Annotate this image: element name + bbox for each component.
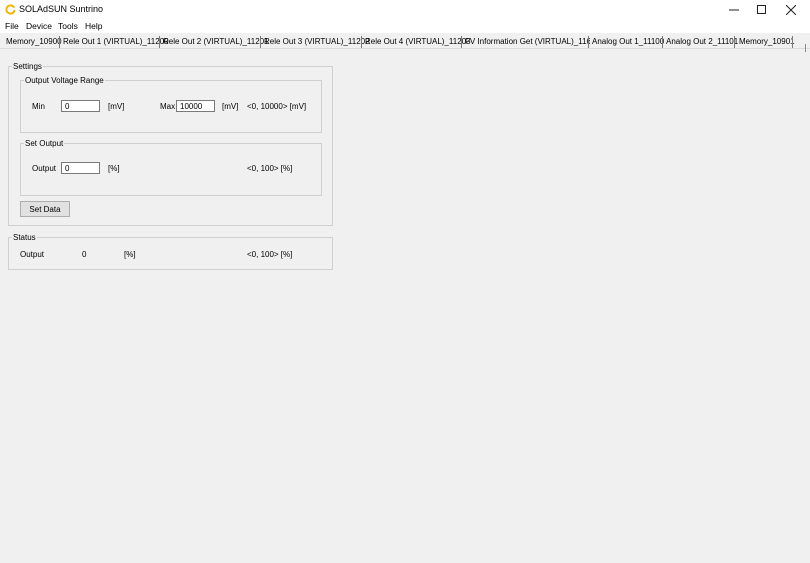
app-logo-icon bbox=[5, 4, 16, 15]
tab-separator bbox=[260, 36, 261, 48]
tab-memory-10901[interactable]: Memory_10901 bbox=[737, 37, 797, 47]
output-unit-label: [%] bbox=[108, 164, 120, 173]
status-output-unit: [%] bbox=[124, 250, 136, 259]
tab-separator bbox=[734, 36, 735, 48]
close-icon-placeholder bbox=[718, 0, 746, 19]
close-icon[interactable] bbox=[775, 0, 807, 19]
max-voltage-input[interactable] bbox=[176, 100, 215, 112]
menu-tools[interactable]: Tools bbox=[58, 21, 78, 31]
tab-analog-out-1[interactable]: Analog Out 1_11100 bbox=[590, 37, 667, 47]
tab-separator bbox=[792, 36, 793, 48]
panel-edge bbox=[805, 44, 806, 52]
tab-rele-out-3[interactable]: Rele Out 3 (VIRTUAL)_11202 bbox=[262, 37, 372, 47]
tab-memory-10900[interactable]: Memory_10900 bbox=[4, 37, 64, 47]
settings-title: Settings bbox=[12, 62, 43, 71]
menu-file[interactable]: File bbox=[5, 21, 19, 31]
min-voltage-input[interactable] bbox=[61, 100, 100, 112]
voltage-range-title: Output Voltage Range bbox=[24, 76, 105, 85]
tab-separator bbox=[662, 36, 663, 48]
tab-separator bbox=[588, 36, 589, 48]
min-unit-label: [mV] bbox=[108, 102, 125, 111]
window-title: SOLAdSUN Suntrino bbox=[19, 4, 104, 14]
tab-analog-out-2[interactable]: Analog Out 2_11101 bbox=[664, 37, 740, 47]
menu-device[interactable]: Device bbox=[26, 21, 52, 31]
tab-rele-out-2[interactable]: Rele Out 2 (VIRTUAL)_11201 bbox=[161, 37, 271, 47]
status-output-label: Output bbox=[20, 250, 45, 259]
menu-bar bbox=[0, 19, 810, 33]
output-label: Output bbox=[32, 164, 57, 173]
tab-fv-information-get[interactable]: FV Information Get (VIRTUAL)_11600 bbox=[463, 37, 602, 47]
tab-separator bbox=[159, 36, 160, 48]
output-percent-input[interactable] bbox=[61, 162, 100, 174]
status-title: Status bbox=[12, 233, 37, 242]
tab-separator bbox=[461, 36, 462, 48]
tab-rele-out-4[interactable]: Rele Out 4 (VIRTUAL)_11203 bbox=[363, 37, 473, 47]
maximize-icon[interactable] bbox=[746, 0, 778, 19]
status-range-hint: <0, 100> [%] bbox=[247, 250, 293, 259]
output-range-hint: <0, 100> [%] bbox=[247, 164, 293, 173]
max-unit-label: [mV] bbox=[222, 102, 239, 111]
min-label: Min bbox=[32, 102, 45, 111]
tab-separator bbox=[59, 36, 60, 48]
voltage-range-hint: <0, 10000> [mV] bbox=[247, 102, 307, 111]
status-output-value: 0 bbox=[82, 250, 87, 259]
set-data-button[interactable]: Set Data bbox=[20, 201, 70, 217]
tab-separator bbox=[361, 36, 362, 48]
title-bar bbox=[0, 0, 810, 19]
tab-bottom-line bbox=[0, 48, 810, 49]
menu-help[interactable]: Help bbox=[85, 21, 102, 31]
max-label: Max bbox=[160, 102, 176, 111]
tab-rele-out-1[interactable]: Rele Out 1 (VIRTUAL)_11200 bbox=[61, 37, 171, 47]
set-output-title: Set Output bbox=[24, 139, 65, 148]
